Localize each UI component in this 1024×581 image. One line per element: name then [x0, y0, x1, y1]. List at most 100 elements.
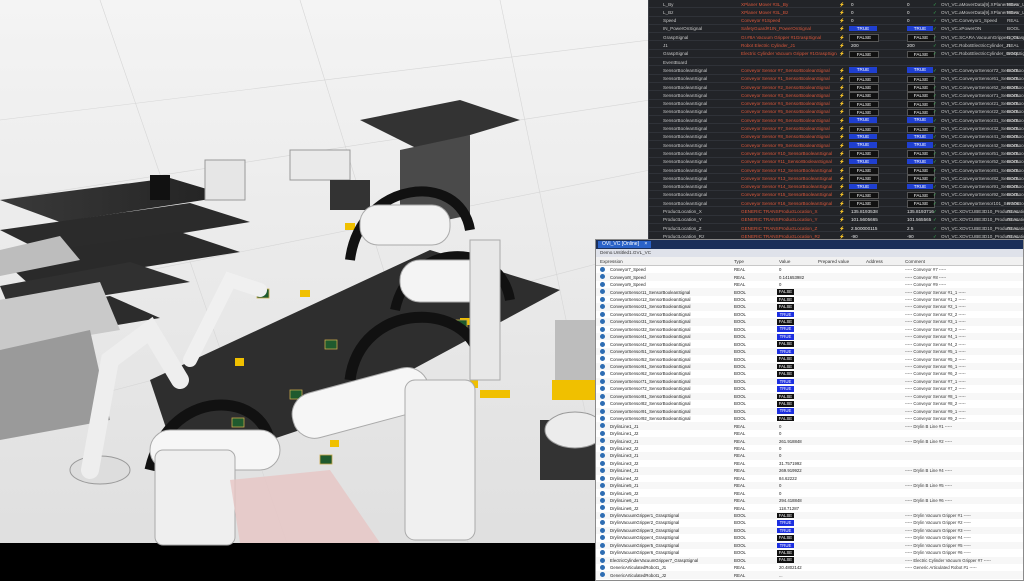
watch-row[interactable]: Conveyor8_Speed REAL 0.141653982 ----- Conv… [596, 273, 1023, 281]
watch-row[interactable]: ConveyorSensor12_SensorBooleanSignal BOOL… [596, 295, 1023, 304]
watch-row[interactable]: ConveyorSensor62_SensorBooleanSignal BOOL… [596, 370, 1023, 378]
dark-table-row[interactable]: L_Bz XPlaner Mover #3L_Bz ⚡ 0 0 ✓ OVI_VC.aMove… [649, 8, 1024, 17]
watch-value: 0 [779, 267, 782, 273]
watch-row[interactable]: DrylinLine5_J2 REAL 0 [596, 489, 1023, 497]
watch-row[interactable]: ConveyorSensor72_SensorBooleanSignal BOOL… [596, 385, 1023, 393]
dark-table-row[interactable]: SensorBooleanSignal Conveyor Sensor #7_Se… [649, 125, 1024, 133]
watch-row[interactable]: DrylinLine2_J2 REAL 0 [596, 444, 1023, 453]
watch-type: BOOL [734, 341, 746, 347]
watch-value: 20.4802142 [779, 565, 802, 571]
watch-row[interactable]: ConveyorSensor32_SensorBooleanSignal BOOL… [596, 325, 1023, 334]
col-value[interactable]: Value [779, 259, 790, 264]
col-address[interactable]: Address [866, 259, 883, 264]
variable-icon [600, 445, 605, 451]
watch-row[interactable]: DrylinLine5_J1 REAL 0 ----- Drylin B Line #… [596, 482, 1023, 490]
lightning-icon: ⚡ [839, 175, 845, 181]
watch-row[interactable]: ConveyorSensor51_SensorBooleanSignal BOOL… [596, 347, 1023, 356]
dark-table-row[interactable]: L_By XPlaner Mover #3L_By ⚡ 0 0 ✓ OVI_VC.aMove… [649, 0, 1024, 9]
row-value: TRUE [849, 133, 877, 140]
watch-value: 84.62222 [779, 475, 797, 481]
watch-row[interactable]: ConveyorSensor81_SensorBooleanSignal BOOL… [596, 392, 1023, 401]
watch-row[interactable]: ConveyorSensor42_SensorBooleanSignal BOOL… [596, 340, 1023, 348]
watch-row[interactable]: DrylinLine6_J1 REAL 294.418848 ----- Drylin… [596, 496, 1023, 505]
dark-table-row[interactable]: SensorBooleanSignal Conveyor Sensor #2_Se… [649, 83, 1024, 92]
watch-row[interactable]: ConveyorSensor31_SensorBooleanSignal BOOL… [596, 318, 1023, 326]
watch-comment: ----- Drylin Vacuum Gripper #5 ----- [905, 542, 971, 548]
dark-table-row[interactable]: SensorBooleanSignal Conveyor Sensor #4_Se… [649, 100, 1024, 109]
dark-table-row[interactable]: Speed Conveyor #1Speed ⚡ 0 0 ✓ OVI_VC.Conveyor… [649, 17, 1024, 25]
check-icon: ✓ [933, 192, 937, 198]
col-prepared-value[interactable]: Prepared value [818, 259, 849, 264]
watch-expression: Conveyor8_Speed [610, 274, 646, 280]
dark-table-row[interactable]: SensorBooleanSignal Conveyor Sensor #13_S… [649, 174, 1024, 183]
dark-table-row[interactable]: SensorBooleanSignal Conveyor Sensor #10_S… [649, 149, 1024, 158]
watch-window[interactable]: OVI_VC [Online] × Demo.Untitled1.GVL_VC … [595, 239, 1024, 581]
watch-row[interactable]: DrylinLine1_J2 REAL 0 [596, 429, 1023, 438]
watch-row[interactable]: DrylinVacuumGripper3_GraspSignal BOOL TRUE… [596, 526, 1023, 535]
watch-value-badge: FALSE [777, 371, 794, 377]
watch-row[interactable]: GenericArticulatedRobot1_J1 REAL 20.480214… [596, 564, 1023, 572]
dark-table-row[interactable]: SensorBooleanSignal Conveyor Sensor #14_S… [649, 183, 1024, 191]
dark-variable-table[interactable]: L_By XPlaner Mover #3L_By ⚡ 0 0 ✓ OVI_VC.aMove… [648, 0, 1024, 245]
lightning-icon: ⚡ [839, 167, 845, 173]
watch-row[interactable]: ConveyorSensor91_SensorBooleanSignal BOOL… [596, 407, 1023, 415]
watch-row[interactable]: Conveyor7_Speed REAL 0 ----- Conveyor #7 --… [596, 266, 1023, 274]
dark-table-row[interactable]: EventBoard [649, 58, 1024, 67]
dark-table-row[interactable]: SensorBooleanSignal Conveyor Sensor #9_Se… [649, 141, 1024, 150]
dark-table-row[interactable]: SensorBooleanSignal Conveyor Sensor #6_Se… [649, 116, 1024, 125]
dark-table-row[interactable]: GraspSignal Gr.#8A Vacuum Gripper #1Grasp… [649, 33, 1024, 42]
watch-row[interactable]: ConveyorSensor11_SensorBooleanSignal BOOL… [596, 288, 1023, 296]
watch-row[interactable]: ElectricCylinderVacuumGripper7_GraspSign… [596, 556, 1023, 564]
watch-row[interactable]: ConveyorSensor41_SensorBooleanSignal BOOL… [596, 333, 1023, 341]
dark-table-row[interactable]: J1 Robot Electric Cylinder_J1 ⚡ 200 200 ✓ OVI_… [649, 42, 1024, 50]
watch-row[interactable]: DrylinVacuumGripper5_GraspSignal BOOL TRUE… [596, 541, 1023, 550]
watch-row[interactable]: DrylinLine3_J1 REAL 0 [596, 452, 1023, 460]
dark-table-row[interactable]: IN_PowerOnSignal SafetyGuard#1IN_PowerOnS… [649, 25, 1024, 34]
watch-row[interactable]: DrylinVacuumGripper6_GraspSignal BOOL FALS… [596, 549, 1023, 557]
watch-row[interactable]: ConveyorSensor21_SensorBooleanSignal BOOL… [596, 303, 1023, 311]
dark-table-row[interactable]: SensorBooleanSignal Conveyor Sensor #7_Se… [649, 66, 1024, 75]
col-expression[interactable]: Expression [600, 259, 623, 264]
dark-table-row[interactable]: ProductLocation_Z GENERIC TRANSProductLoc… [649, 224, 1024, 233]
dark-table-row[interactable]: SensorBooleanSignal Conveyor Sensor #8_Se… [649, 133, 1024, 142]
dark-table-row[interactable]: SensorBooleanSignal Conveyor Sensor #16_S… [649, 199, 1024, 208]
close-icon[interactable]: × [644, 241, 647, 247]
check-icon: ✓ [933, 92, 937, 98]
row-prepared-value: TRUE [907, 158, 933, 165]
col-type[interactable]: Type [734, 259, 744, 264]
dark-table-row[interactable]: SensorBooleanSignal Conveyor Sensor #3_Se… [649, 91, 1024, 100]
watch-row[interactable]: ConveyorSensor92_SensorBooleanSignal BOOL… [596, 415, 1023, 423]
watch-expression: ConveyorSensor91_SensorBooleanSignal [610, 408, 691, 414]
dark-table-row[interactable]: SensorBooleanSignal Conveyor Sensor #12_S… [649, 166, 1024, 175]
dark-table-row[interactable]: ProductLocation_Y GENERIC TRANSProductLoc… [649, 216, 1024, 225]
watch-row[interactable]: ConveyorSensor61_SensorBooleanSignal BOOL… [596, 362, 1023, 371]
dark-table-row[interactable]: SensorBooleanSignal Conveyor Sensor #1_Se… [649, 75, 1024, 84]
tab-ovi-vc-online[interactable]: OVI_VC [Online] × [598, 241, 652, 248]
watch-row[interactable]: DrylinLine4_J2 REAL 84.62222 [596, 474, 1023, 483]
watch-row[interactable]: DrylinLine6_J2 REAL 118.71287 [596, 504, 1023, 512]
dark-table-row[interactable]: SensorBooleanSignal Conveyor Sensor #15_S… [649, 191, 1024, 200]
watch-row[interactable]: ConveyorSensor22_SensorBooleanSignal BOOL… [596, 310, 1023, 319]
watch-comment: ----- Conveyor Sensor #2_2 ----- [905, 311, 966, 317]
col-comment[interactable]: Comment [905, 259, 925, 264]
watch-expression: DrylinLine2_J2 [610, 445, 639, 451]
watch-row[interactable]: DrylinLine3_J2 REAL 31.7571992 [596, 459, 1023, 468]
dark-table-row[interactable]: SensorBooleanSignal Conveyor Sensor #5_Se… [649, 108, 1024, 117]
watch-row[interactable]: ConveyorSensor82_SensorBooleanSignal BOOL… [596, 400, 1023, 408]
dark-table-row[interactable]: GraspSignal Electric Cylinder Vacuum Grip… [649, 50, 1024, 59]
watch-row[interactable]: DrylinVacuumGripper2_GraspSignal BOOL TRUE… [596, 519, 1023, 527]
row-type: REAL [1007, 225, 1020, 231]
watch-row[interactable]: DrylinVacuumGripper4_GraspSignal BOOL FALS… [596, 534, 1023, 542]
watch-row[interactable]: ConveyorSensor52_SensorBooleanSignal BOOL… [596, 355, 1023, 363]
watch-row[interactable]: GenericArticulatedRobot1_J2 REAL... [596, 571, 1023, 579]
dark-table-row[interactable]: ProductLocation_X GENERIC TRANSProductLoc… [649, 208, 1024, 216]
watch-row[interactable]: DrylinLine4_J1 REAL 269.919922 ----- Drylin… [596, 467, 1023, 475]
watch-row[interactable]: DrylinLine1_J1 REAL 0 ----- Drylin B Line #… [596, 422, 1023, 430]
watch-row[interactable]: DrylinVacuumGripper1_GraspSignal BOOL FALS… [596, 511, 1023, 520]
watch-row[interactable]: ConveyorSensor71_SensorBooleanSignal BOOL… [596, 377, 1023, 386]
watch-row[interactable]: Conveyor9_Speed REAL 0 ----- Conveyor #9 --… [596, 280, 1023, 289]
watch-row[interactable]: DrylinLine2_J1 REAL 261.918848 ----- Drylin… [596, 437, 1023, 445]
dark-table-row[interactable]: SensorBooleanSignal Conveyor Sensor #11_S… [649, 158, 1024, 166]
watch-type: BOOL [734, 393, 746, 399]
watch-value-badge: TRUE [777, 520, 794, 526]
